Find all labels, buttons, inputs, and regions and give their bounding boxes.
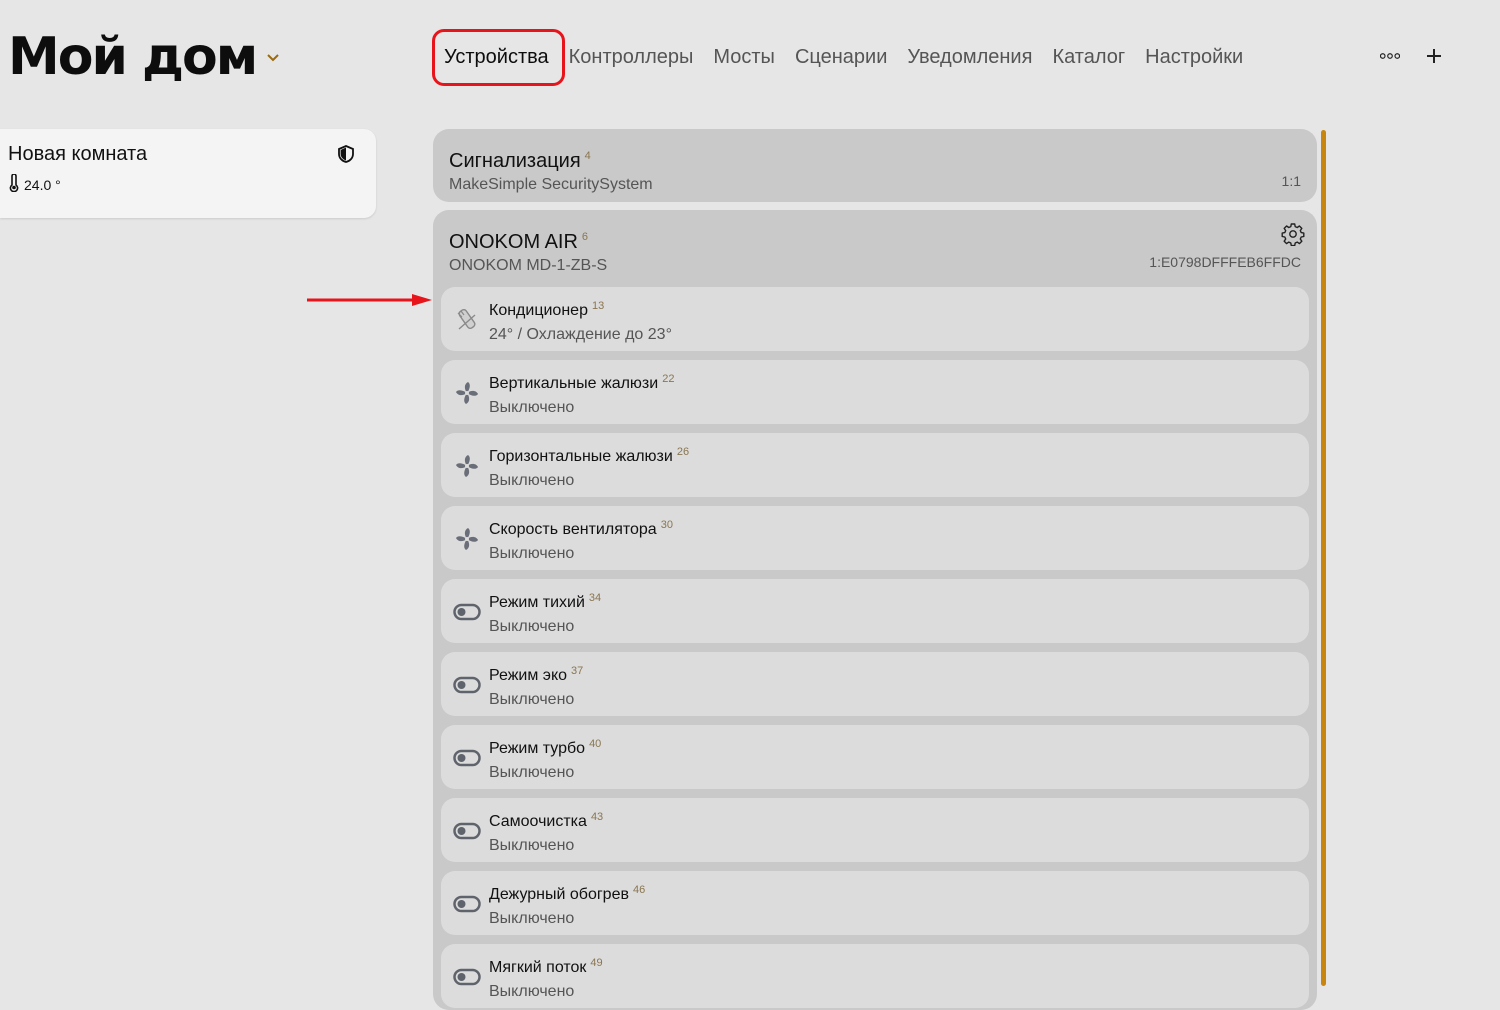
device-row-turbo-mode[interactable]: Режим турбо 40 Выключено (441, 725, 1309, 789)
device-title: Мягкий поток (489, 959, 587, 976)
group-onokom[interactable]: ONOKOM AIR 6 ONOKOM MD-1-ZB-S 1:E0798DFFF… (433, 210, 1317, 1010)
chevron-down-icon[interactable] (266, 53, 280, 63)
toggle-icon[interactable] (453, 817, 481, 845)
device-title: Кондиционер (489, 302, 588, 319)
tab-controllers[interactable]: Контроллеры (559, 40, 704, 74)
device-title: Вертикальные жалюзи (489, 375, 659, 392)
device-title: Режим тихий (489, 594, 585, 611)
tab-scenarios[interactable]: Сценарии (785, 40, 897, 74)
device-status: Выключено (489, 910, 575, 927)
device-title: Скорость вентилятора (489, 521, 657, 538)
more-dots-icon[interactable] (1380, 38, 1400, 74)
toggle-icon[interactable] (453, 671, 481, 699)
device-number: 13 (591, 300, 605, 312)
toggle-icon[interactable] (453, 963, 481, 991)
scrollbar[interactable] (1321, 130, 1326, 986)
fan-icon (453, 452, 481, 480)
device-title: Режим эко (489, 667, 568, 684)
device-row-ac[interactable]: Кондиционер 13 24° / Охлаждение до 23° (441, 287, 1309, 351)
device-title: Дежурный обогрев (489, 886, 629, 903)
devices-list: Сигнализация 4 MakeSimple SecuritySystem … (433, 129, 1317, 1010)
home-selector[interactable]: Мой дом (8, 22, 280, 92)
device-number: 46 (632, 884, 646, 896)
device-title: Режим турбо (489, 740, 586, 757)
device-number: 30 (660, 519, 673, 531)
main-nav: Устройства Контроллеры Мосты Сценарии Ув… (444, 40, 1253, 74)
group-title: Сигнализация (449, 150, 581, 172)
device-status: Выключено (489, 983, 575, 1000)
annotation-arrow (307, 294, 432, 306)
fan-icon (453, 525, 481, 553)
room-name: Новая комната (8, 143, 148, 165)
device-status: Выключено (489, 837, 575, 854)
device-row-self-clean[interactable]: Самоочистка 43 Выключено (441, 798, 1309, 862)
tab-settings[interactable]: Настройки (1135, 40, 1253, 74)
device-row-vertical-blinds[interactable]: Вертикальные жалюзи 22 Выключено (441, 360, 1309, 424)
room-temperature: 24.0 ° (8, 173, 376, 195)
room-card[interactable]: Новая комната 24.0 ° (0, 129, 376, 218)
device-rows: Кондиционер 13 24° / Охлаждение до 23° Ве… (441, 287, 1309, 1008)
device-number: 22 (662, 373, 675, 385)
toggle-icon[interactable] (453, 744, 481, 772)
device-title: Горизонтальные жалюзи (489, 448, 673, 465)
device-row-fan-speed[interactable]: Скорость вентилятора 30 Выключено (441, 506, 1309, 570)
tab-bridges[interactable]: Мосты (703, 40, 785, 74)
device-row-eco-mode[interactable]: Режим эко 37 Выключено (441, 652, 1309, 716)
tab-catalog[interactable]: Каталог (1042, 40, 1135, 74)
toggle-icon[interactable] (453, 890, 481, 918)
group-subtitle: MakeSimple SecuritySystem (449, 176, 653, 193)
device-status: Выключено (489, 545, 575, 562)
device-number: 34 (588, 592, 602, 604)
device-row-horizontal-blinds[interactable]: Горизонтальные жалюзи 26 Выключено (441, 433, 1309, 497)
tab-notifications[interactable]: Уведомления (897, 40, 1042, 74)
group-id: 1:E0798DFFFEB6FFDC (1149, 254, 1301, 270)
top-actions (1380, 38, 1444, 74)
device-title: Самоочистка (489, 813, 587, 830)
device-status: Выключено (489, 472, 575, 489)
device-number: 43 (590, 811, 604, 823)
highlight-annotation (432, 29, 565, 86)
device-status: Выключено (489, 399, 575, 416)
plus-icon[interactable] (1424, 38, 1444, 74)
device-number: 40 (589, 738, 602, 750)
device-row-soft-flow[interactable]: Мягкий поток 49 Выключено (441, 944, 1309, 1008)
gear-icon[interactable] (1281, 222, 1305, 251)
page-title: Мой дом (8, 27, 258, 87)
ac-remote-icon (453, 306, 481, 334)
device-status: Выключено (489, 618, 575, 635)
device-status: Выключено (489, 764, 575, 781)
device-number: 49 (590, 957, 603, 969)
fan-icon (453, 379, 481, 407)
room-temperature-value: 24.0 ° (24, 176, 61, 193)
group-title: ONOKOM AIR (449, 231, 578, 253)
shield-icon (338, 145, 354, 168)
device-status: 24° / Охлаждение до 23° (489, 326, 672, 343)
device-row-standby-heating[interactable]: Дежурный обогрев 46 Выключено (441, 871, 1309, 935)
device-status: Выключено (489, 691, 575, 708)
group-count: 6 (581, 231, 589, 243)
group-count: 4 (584, 150, 591, 162)
group-id: 1:1 (1281, 173, 1301, 189)
group-alarm[interactable]: Сигнализация 4 MakeSimple SecuritySystem … (433, 129, 1317, 202)
device-row-quiet-mode[interactable]: Режим тихий 34 Выключено (441, 579, 1309, 643)
toggle-icon[interactable] (453, 598, 481, 626)
device-number: 37 (571, 665, 584, 677)
thermometer-icon (8, 173, 20, 195)
device-number: 26 (676, 446, 690, 458)
